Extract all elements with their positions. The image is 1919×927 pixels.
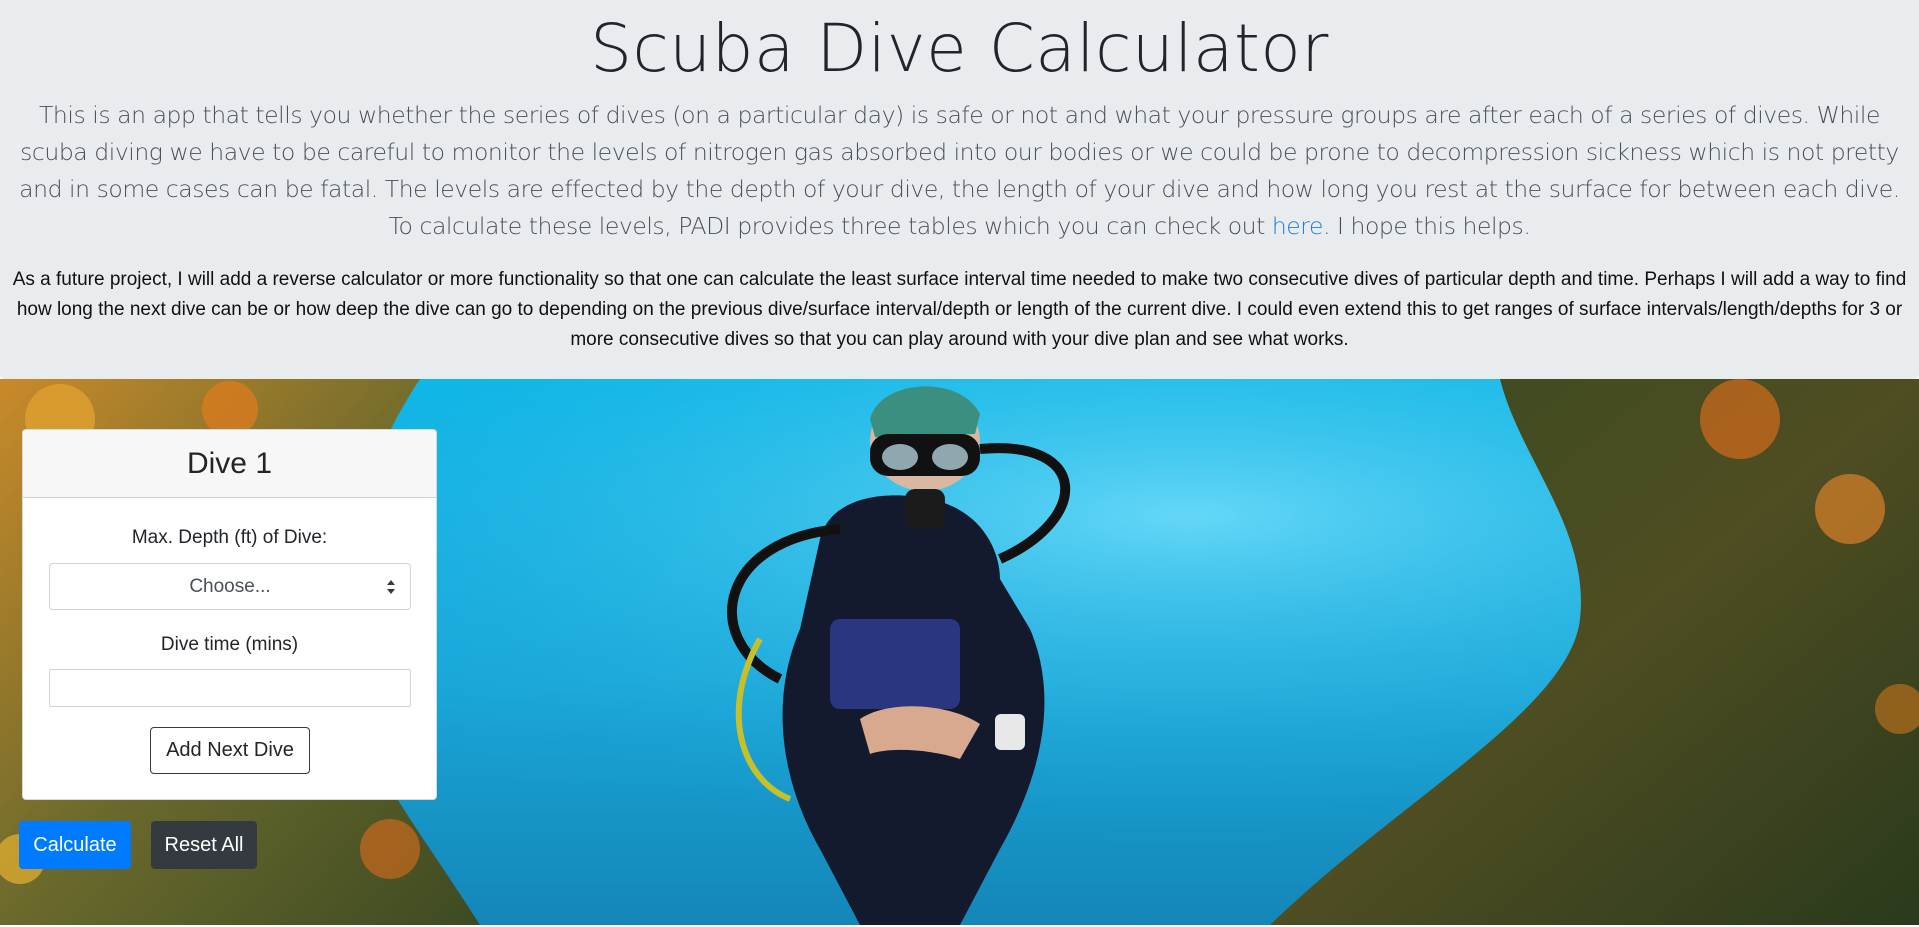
dive-time-input[interactable] — [49, 669, 411, 707]
add-next-dive-button[interactable]: Add Next Dive — [150, 727, 310, 774]
reset-all-button[interactable]: Reset All — [151, 821, 257, 869]
page-title: Scuba Dive Calculator — [590, 10, 1329, 87]
padi-tables-link[interactable]: here — [1272, 212, 1324, 240]
future-project-paragraph: As a future project, I will add a revers… — [12, 269, 1907, 350]
depth-label: Max. Depth (ft) of Dive: — [131, 527, 328, 548]
dive-card-title: Dive 1 — [23, 430, 436, 498]
depth-select[interactable]: Choose... — [49, 563, 411, 610]
select-arrows-icon — [387, 580, 395, 594]
calculate-button[interactable]: Calculate — [19, 821, 131, 869]
header-jumbotron: Scuba Dive Calculator This is an app tha… — [0, 0, 1919, 379]
depth-select-value: Choose... — [189, 576, 271, 597]
dive-card: Dive 1 Max. Depth (ft) of Dive: Choose..… — [22, 429, 437, 800]
intro-text: This is an app that tells you whether th… — [19, 101, 1900, 240]
intro-paragraph: This is an app that tells you whether th… — [8, 97, 1911, 245]
intro-text-end: . I hope this helps. — [1323, 212, 1531, 240]
dive-time-label: Dive time (mins) — [160, 634, 299, 655]
